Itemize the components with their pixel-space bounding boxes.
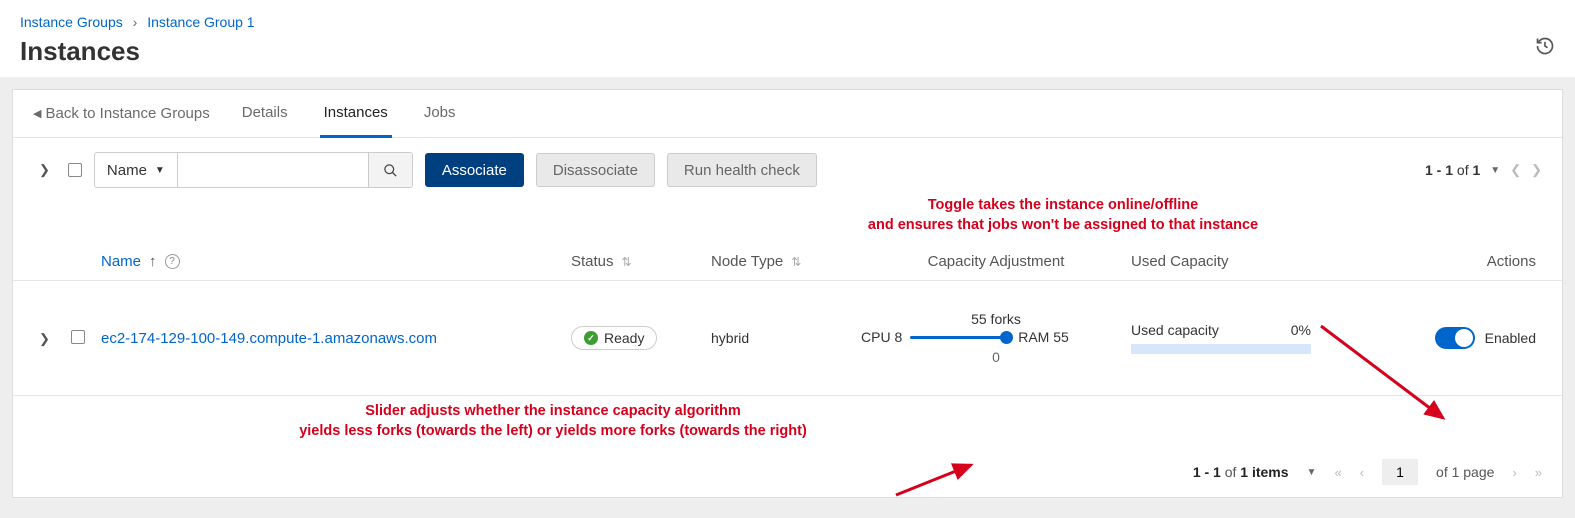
tab-instances[interactable]: Instances xyxy=(320,90,392,138)
table-row: ❯ ec2-174-129-100-149.compute-1.amazonaw… xyxy=(13,281,1562,396)
disassociate-button[interactable]: Disassociate xyxy=(536,153,655,187)
next-page-icon[interactable]: › xyxy=(1512,465,1516,480)
used-label: Used capacity xyxy=(1131,322,1219,338)
ram-label: RAM 55 xyxy=(1018,329,1069,345)
cpu-label: CPU 8 xyxy=(861,329,902,345)
search-button[interactable] xyxy=(368,153,412,187)
capacity-cell: 55 forks CPU 8 RAM 55 0 xyxy=(861,311,1131,365)
used-capacity-cell: Used capacity 0% xyxy=(1131,322,1346,354)
per-page-caret-icon[interactable]: ▼ xyxy=(1490,165,1500,176)
last-page-icon[interactable]: » xyxy=(1535,465,1542,480)
col-used-capacity: Used Capacity xyxy=(1131,253,1346,270)
forks-label: 55 forks xyxy=(971,311,1021,327)
tab-bar: ◀ Back to Instance Groups Details Instan… xyxy=(13,90,1562,138)
col-status[interactable]: Status ⇅ xyxy=(571,253,711,270)
filter-group: Name ▼ xyxy=(94,152,413,188)
filter-field-label: Name xyxy=(107,162,147,179)
table-header: Name ↑ ? Status ⇅ Node Type ⇅ Capacity A… xyxy=(13,243,1562,281)
enabled-label: Enabled xyxy=(1485,330,1536,346)
help-icon[interactable]: ? xyxy=(165,254,180,269)
next-page-icon[interactable]: ❯ xyxy=(1531,162,1542,178)
tab-jobs[interactable]: Jobs xyxy=(420,90,460,138)
status-badge: Ready xyxy=(571,326,657,350)
col-name[interactable]: Name ↑ ? xyxy=(101,253,571,270)
tab-details[interactable]: Details xyxy=(238,90,292,138)
row-checkbox[interactable] xyxy=(71,330,85,344)
slider-zero-label: 0 xyxy=(992,349,1000,365)
annotation-toggle: Toggle takes the instance online/offline… xyxy=(833,196,1293,243)
actions-cell: Enabled xyxy=(1346,327,1542,349)
filter-input[interactable] xyxy=(178,153,368,187)
col-node-type[interactable]: Node Type ⇅ xyxy=(711,253,861,270)
page-suffix: of 1 page xyxy=(1436,464,1494,480)
breadcrumb: Instance Groups › Instance Group 1 xyxy=(20,14,1555,30)
check-circle-icon xyxy=(584,331,598,345)
top-pager-count: 1 - 1 of 1 xyxy=(1425,162,1480,178)
instance-name-link[interactable]: ec2-174-129-100-149.compute-1.amazonaws.… xyxy=(101,330,437,347)
sort-icon: ⇅ xyxy=(791,255,801,269)
prev-page-icon[interactable]: ‹ xyxy=(1360,465,1364,480)
select-all-checkbox[interactable] xyxy=(68,163,82,177)
status-text: Ready xyxy=(604,330,644,346)
search-icon xyxy=(383,163,398,178)
col-capacity: Capacity Adjustment xyxy=(861,253,1131,270)
history-icon[interactable] xyxy=(1535,36,1555,62)
used-percent: 0% xyxy=(1291,322,1311,338)
caret-left-icon: ◀ xyxy=(33,107,41,120)
footer-pager: 1 - 1 of 1 items ▼ « ‹ of 1 page › » xyxy=(13,447,1562,497)
annotation-slider: Slider adjusts whether the instance capa… xyxy=(193,396,913,447)
per-page-caret-icon[interactable]: ▼ xyxy=(1307,467,1317,478)
caret-down-icon: ▼ xyxy=(155,165,165,176)
page-title: Instances xyxy=(20,36,1555,67)
node-type-value: hybrid xyxy=(711,330,861,346)
expand-row-icon[interactable]: ❯ xyxy=(39,331,50,346)
breadcrumb-separator: › xyxy=(133,14,138,30)
breadcrumb-root[interactable]: Instance Groups xyxy=(20,14,123,30)
enabled-toggle[interactable] xyxy=(1435,327,1475,349)
col-actions: Actions xyxy=(1346,253,1542,270)
filter-field-select[interactable]: Name ▼ xyxy=(95,153,178,187)
used-capacity-bar xyxy=(1131,344,1311,354)
prev-page-icon[interactable]: ❮ xyxy=(1510,162,1521,178)
associate-button[interactable]: Associate xyxy=(425,153,524,187)
run-health-check-button[interactable]: Run health check xyxy=(667,153,817,187)
sort-icon: ⇅ xyxy=(622,255,632,269)
toolbar: ❯ Name ▼ Associate Disassociate Run heal… xyxy=(13,138,1562,202)
expand-all-icon[interactable]: ❯ xyxy=(39,162,50,178)
top-pager: 1 - 1 of 1 ▼ ❮ ❯ xyxy=(1425,162,1542,178)
back-link[interactable]: ◀ Back to Instance Groups xyxy=(33,91,210,136)
page-input[interactable] xyxy=(1382,459,1418,485)
sort-asc-icon: ↑ xyxy=(149,253,157,270)
breadcrumb-current[interactable]: Instance Group 1 xyxy=(147,14,254,30)
capacity-slider[interactable] xyxy=(910,330,1010,344)
first-page-icon[interactable]: « xyxy=(1334,465,1341,480)
back-link-label: Back to Instance Groups xyxy=(45,105,209,122)
footer-items-count: 1 - 1 of 1 items xyxy=(1193,464,1289,480)
